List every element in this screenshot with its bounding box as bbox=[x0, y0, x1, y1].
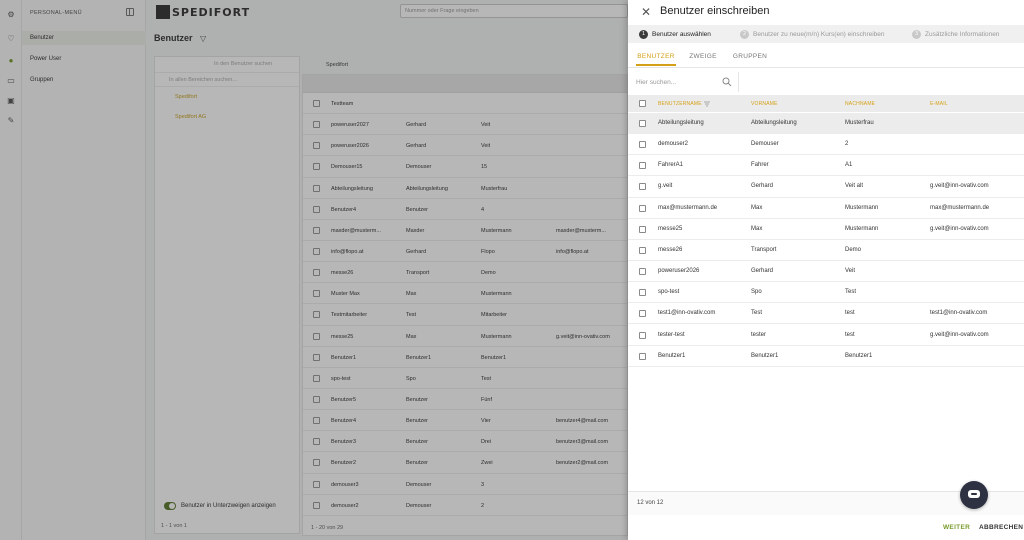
enroll-drawer: ✕ Benutzer einschreiben 1 Benutzer auswä… bbox=[628, 0, 1024, 540]
result-count: 12 von 12 bbox=[637, 500, 664, 506]
cell-lastname: test bbox=[845, 331, 855, 338]
search-divider bbox=[738, 72, 739, 92]
cell-username: Abteilungsleitung bbox=[658, 120, 704, 126]
col-email[interactable]: E-MAIL bbox=[930, 101, 948, 107]
drawer-search-input[interactable]: Hier suchen... bbox=[636, 76, 736, 90]
tabs-divider bbox=[628, 67, 1024, 68]
cell-username: Benutzer1 bbox=[658, 352, 686, 359]
row-checkbox[interactable] bbox=[639, 204, 646, 212]
step-1: 1 Benutzer auswählen bbox=[639, 25, 711, 43]
cell-lastname: A1 bbox=[845, 162, 853, 169]
list-item[interactable]: poweruser2026 Gerhard Veit bbox=[628, 261, 1024, 283]
modal-backdrop[interactable] bbox=[0, 0, 628, 540]
stepper: 1 Benutzer auswählen 2 Benutzer zu neue(… bbox=[628, 25, 1024, 43]
cell-username: max@mustermann.de bbox=[658, 204, 718, 211]
cell-firstname: Test bbox=[751, 310, 763, 317]
cell-lastname: 2 bbox=[845, 141, 849, 148]
cell-firstname: Abteilungsleitung bbox=[751, 120, 797, 126]
cell-firstname: Benutzer1 bbox=[751, 352, 779, 359]
list-item[interactable]: demouser2 Demouser 2 bbox=[628, 134, 1024, 156]
cell-firstname: Fahrer bbox=[751, 162, 769, 169]
cell-username: test1@inn-ovativ.com bbox=[658, 310, 716, 317]
list-item[interactable]: max@mustermann.de Max Mustermann max@muster… bbox=[628, 198, 1024, 219]
list-item[interactable]: FahrerA1 Fahrer A1 bbox=[628, 155, 1024, 177]
list-item[interactable]: test1@inn-ovativ.com Test test test1@inn-ov… bbox=[628, 303, 1024, 325]
row-checkbox[interactable] bbox=[639, 246, 646, 254]
cell-email: g.veit@inn-ovativ.com bbox=[930, 225, 989, 232]
row-checkbox[interactable] bbox=[639, 331, 646, 339]
cell-lastname: Benutzer1 bbox=[845, 352, 873, 359]
list-item[interactable]: spo-test Spo Test bbox=[628, 282, 1024, 304]
col-firstname[interactable]: VORNAME bbox=[751, 101, 778, 107]
cell-firstname: Gerhard bbox=[751, 183, 774, 190]
cell-username: messe25 bbox=[658, 225, 683, 232]
cell-email: test1@inn-ovativ.com bbox=[930, 310, 988, 317]
tab-zweige[interactable]: ZWEIGE bbox=[686, 50, 720, 66]
row-checkbox[interactable] bbox=[639, 141, 646, 149]
cell-username: FahrerA1 bbox=[658, 162, 684, 169]
sort-icon[interactable] bbox=[704, 101, 711, 107]
chat-bubble-icon bbox=[968, 490, 980, 498]
next-button[interactable]: WEITER bbox=[943, 524, 970, 531]
search-icon[interactable] bbox=[722, 77, 732, 87]
row-checkbox[interactable] bbox=[639, 352, 646, 360]
cell-firstname: tester bbox=[751, 331, 767, 338]
tab-gruppen[interactable]: GRUPPEN bbox=[730, 50, 770, 66]
step-2: 2 Benutzer zu neue(m/n) Kurs(en) einschr… bbox=[740, 25, 885, 43]
cell-firstname: Spo bbox=[751, 289, 762, 296]
cell-firstname: Transport bbox=[751, 246, 777, 253]
cell-firstname: Gerhard bbox=[751, 268, 774, 275]
list-item[interactable]: g.veit Gerhard Veit alt g.veit@inn-ovativ.c… bbox=[628, 176, 1024, 198]
row-checkbox[interactable] bbox=[639, 289, 646, 297]
cell-username: demouser2 bbox=[658, 141, 689, 148]
cell-email: max@mustermann.de bbox=[930, 204, 990, 211]
cell-firstname: Max bbox=[751, 225, 763, 232]
cell-firstname: Demouser bbox=[751, 141, 779, 148]
cell-firstname: Max bbox=[751, 204, 763, 211]
drawer-actions: WEITER ABBRECHEN bbox=[628, 515, 1024, 540]
list-item[interactable]: tester-test tester test g.veit@inn-ovativ.c… bbox=[628, 325, 1024, 346]
close-icon[interactable]: ✕ bbox=[639, 5, 653, 19]
cell-username: g.veit bbox=[658, 183, 673, 190]
cell-lastname: Mustermann bbox=[845, 204, 879, 211]
cell-username: messe26 bbox=[658, 246, 683, 253]
list-item[interactable]: messe26 Transport Demo bbox=[628, 240, 1024, 262]
cell-username: poweruser2026 bbox=[658, 268, 700, 275]
cell-lastname: Veit bbox=[845, 268, 856, 275]
col-username[interactable]: BENUTZERNAME bbox=[658, 101, 702, 107]
list-item[interactable]: Benutzer1 Benutzer1 Benutzer1 bbox=[628, 346, 1024, 367]
drawer-title: Benutzer einschreiben bbox=[660, 5, 770, 17]
app: ⚙ ♡ ● ▭ ▣ ✎ PERSONAL-MENÜ Benutzer Power… bbox=[0, 0, 1024, 540]
cancel-button[interactable]: ABBRECHEN bbox=[979, 524, 1023, 531]
cell-email: g.veit@inn-ovativ.com bbox=[930, 331, 989, 338]
row-checkbox[interactable] bbox=[639, 120, 646, 127]
cell-lastname: Musterfrau bbox=[845, 120, 874, 126]
drawer-table-header: BENUTZERNAME VORNAME NACHNAME E-MAIL bbox=[628, 95, 1024, 112]
tab-benutzer[interactable]: BENUTZER bbox=[636, 50, 676, 66]
row-checkbox[interactable] bbox=[639, 310, 646, 318]
cell-lastname: Mustermann bbox=[845, 225, 879, 232]
cell-username: tester-test bbox=[658, 331, 685, 338]
cell-username: spo-test bbox=[658, 289, 680, 296]
row-checkbox[interactable] bbox=[639, 183, 646, 191]
list-item[interactable]: Abteilungsleitung Abteilungsleitung Muster… bbox=[628, 113, 1024, 135]
step-3: 3 Zusätzliche Informationen bbox=[912, 25, 999, 43]
cell-lastname: Test bbox=[845, 289, 857, 296]
row-checkbox[interactable] bbox=[639, 162, 646, 170]
select-all-checkbox[interactable] bbox=[639, 100, 646, 107]
cell-lastname: Veit alt bbox=[845, 183, 864, 190]
cell-email: g.veit@inn-ovativ.com bbox=[930, 183, 989, 190]
cell-lastname: Demo bbox=[845, 246, 862, 253]
row-checkbox[interactable] bbox=[639, 225, 646, 233]
chat-button[interactable] bbox=[960, 481, 988, 509]
row-checkbox[interactable] bbox=[639, 268, 646, 276]
cell-lastname: test bbox=[845, 310, 855, 317]
list-item[interactable]: messe25 Max Mustermann g.veit@inn-ovativ.co… bbox=[628, 219, 1024, 240]
col-lastname[interactable]: NACHNAME bbox=[845, 101, 875, 107]
